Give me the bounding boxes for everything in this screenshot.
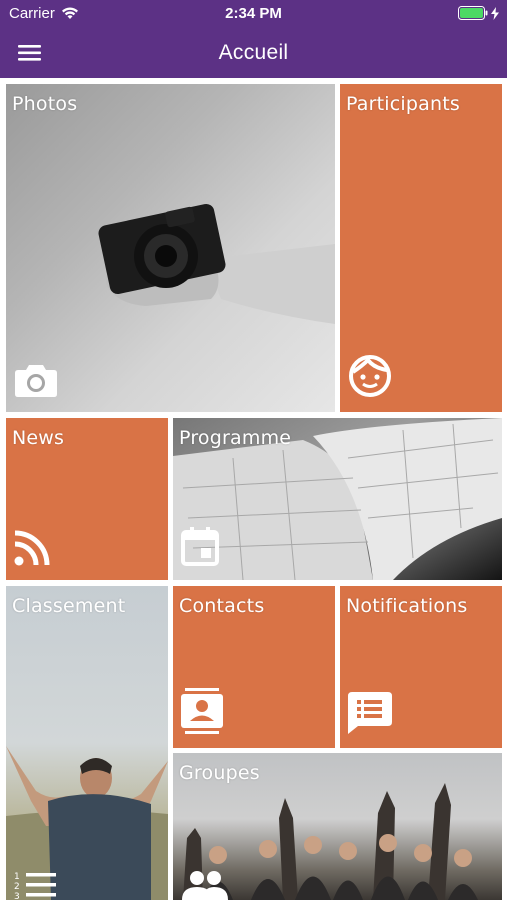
svg-text:1: 1 xyxy=(14,872,20,882)
battery-indicator xyxy=(458,6,499,20)
tile-classement[interactable]: Classement 1 2 3 xyxy=(6,586,168,900)
message-list-icon xyxy=(348,692,392,734)
tile-programme[interactable]: Programme xyxy=(173,418,502,580)
tile-label: Photos xyxy=(12,93,78,115)
home-grid: Photos Participants News Programme Class… xyxy=(0,78,507,900)
svg-text:3: 3 xyxy=(14,892,20,900)
tile-label: Participants xyxy=(346,93,461,115)
nav-bar: Accueil xyxy=(0,28,507,78)
contact-card-icon xyxy=(181,688,223,734)
page-title: Accueil xyxy=(218,41,289,64)
camera-icon xyxy=(15,365,57,397)
tile-label: Notifications xyxy=(346,595,468,617)
tile-notifications[interactable]: Notifications xyxy=(340,586,502,748)
charging-bolt-icon xyxy=(491,6,499,20)
tile-label: Programme xyxy=(179,427,292,449)
status-bar: Carrier 2:34 PM xyxy=(0,0,507,28)
tile-participants[interactable]: Participants xyxy=(340,84,502,412)
battery-icon xyxy=(458,6,488,20)
tile-groupes[interactable]: Groupes xyxy=(173,753,502,900)
person-celebrating-image xyxy=(6,746,168,900)
list-numbered-icon: 1 2 3 xyxy=(14,872,56,900)
tile-label: Classement xyxy=(12,595,126,617)
tile-label: News xyxy=(12,427,65,449)
tile-photos[interactable]: Photos xyxy=(6,84,335,412)
svg-text:2: 2 xyxy=(14,882,20,892)
tile-label: Groupes xyxy=(179,762,260,784)
tile-label: Contacts xyxy=(179,595,265,617)
tile-contacts[interactable]: Contacts xyxy=(173,586,335,748)
face-icon xyxy=(349,355,391,397)
tile-news[interactable]: News xyxy=(6,418,168,580)
group-icon xyxy=(182,871,228,900)
rss-icon xyxy=(14,530,50,566)
calendar-icon xyxy=(181,527,219,566)
status-time: 2:34 PM xyxy=(225,5,282,22)
